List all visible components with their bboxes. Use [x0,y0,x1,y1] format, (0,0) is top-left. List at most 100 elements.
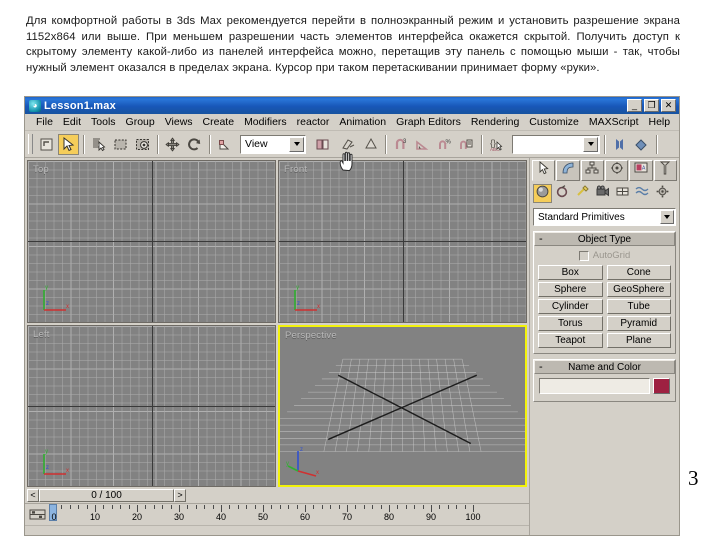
motion-wheel-icon [610,161,624,180]
ruler-label: 100 [465,512,480,522]
viewport-perspective[interactable]: z x y Perspective [278,325,527,488]
geometry-category[interactable] [533,184,552,203]
create-geosphere-button[interactable]: GeoSphere [607,282,672,297]
create-pyramid-button[interactable]: Pyramid [607,316,672,331]
ruler-tick [381,505,382,509]
named-selection-sets-combo[interactable] [512,135,600,154]
rectangular-selection-region-icon[interactable] [110,134,131,155]
next-frame-button[interactable]: > [174,489,186,502]
use-center-icon[interactable] [312,134,333,155]
modify-tab[interactable] [556,160,579,181]
menu-item-tools[interactable]: Tools [86,116,121,128]
close-button[interactable]: ✕ [661,99,676,112]
autogrid-label: AutoGrid [593,250,631,261]
chevron-down-icon[interactable] [289,137,304,152]
subcategory-value: Standard Primitives [538,212,625,223]
svg-text:x: x [317,304,320,310]
ruler-tick [221,505,222,512]
helpers-category[interactable] [613,184,632,203]
align-icon[interactable] [360,134,381,155]
create-cylinder-button[interactable]: Cylinder [538,299,603,314]
ruler-tick [255,505,256,509]
time-slider-track[interactable] [186,489,527,502]
create-teapot-button[interactable]: Teapot [538,333,603,348]
select-object-arrow-icon[interactable] [58,134,79,155]
menu-item-rendering[interactable]: Rendering [466,116,524,128]
collapse-icon[interactable]: - [539,361,543,373]
create-cone-button[interactable]: Cone [607,265,672,280]
shapes-category[interactable] [553,184,572,203]
menu-item-customize[interactable]: Customize [524,116,584,128]
snaps-toggle-icon[interactable]: 3 [390,134,411,155]
viewport-front[interactable]: y x z Front [278,160,527,323]
hierarchy-tab[interactable] [581,160,604,181]
modify-bend-icon [561,161,575,180]
create-tab[interactable] [532,160,555,181]
spinner-snap-icon[interactable] [456,134,477,155]
menu-item-maxscript[interactable]: MAXScript [584,116,644,128]
prev-frame-button[interactable]: < [27,489,39,502]
subcategory-combo[interactable]: Standard Primitives [533,208,676,226]
systems-category[interactable] [653,184,672,203]
menu-item-help[interactable]: Help [644,116,676,128]
select-and-move-icon[interactable] [162,134,183,155]
create-tube-button[interactable]: Tube [607,299,672,314]
create-plane-button[interactable]: Plane [607,333,672,348]
spacewarps-category[interactable] [633,184,652,203]
menu-item-graph-editors[interactable]: Graph Editors [391,116,466,128]
minimize-button[interactable]: _ [627,99,642,112]
ruler-tick [238,505,239,509]
collapse-icon[interactable]: - [539,233,543,245]
create-sphere-button[interactable]: Sphere [538,282,603,297]
motion-tab[interactable] [605,160,628,181]
display-tab[interactable]: A [629,160,652,181]
menu-item-modifiers[interactable]: Modifiers [239,116,292,128]
create-box-button[interactable]: Box [538,265,603,280]
frame-readout[interactable]: 0 / 100 [39,489,174,502]
select-and-scale-icon[interactable] [214,134,235,155]
menu-item-create[interactable]: Create [198,116,240,128]
cameras-category[interactable] [593,184,612,203]
open-track-view-icon[interactable] [27,505,47,523]
layer-manager-icon[interactable] [609,134,630,155]
utilities-hammer-icon [658,161,672,180]
menu-item-views[interactable]: Views [160,116,198,128]
select-by-name-icon[interactable] [88,134,109,155]
utilities-tab[interactable] [654,160,677,181]
hand-grab-cursor [338,150,356,172]
viewport-top[interactable]: y x z Top [27,160,276,323]
select-and-move-region-icon[interactable] [132,134,153,155]
name-and-color-body [534,374,675,401]
ruler-tick [179,505,180,512]
select-and-rotate-icon[interactable] [184,134,205,155]
angle-snap-icon[interactable] [412,134,433,155]
reference-coordinate-system-combo[interactable]: View [240,135,306,154]
toolbar-grip[interactable] [28,134,33,154]
menu-item-animation[interactable]: Animation [334,116,391,128]
name-and-color-header[interactable]: - Name and Color [534,360,675,374]
viewport-left[interactable]: y x z Left [27,325,276,488]
ruler-tick [297,505,298,509]
object-type-header[interactable]: - Object Type [534,232,675,246]
curve-editor-icon[interactable] [631,134,652,155]
autogrid-checkbox[interactable] [579,251,589,261]
object-color-swatch[interactable] [653,378,670,394]
object-name-input[interactable] [539,378,650,394]
menu-item-reactor[interactable]: reactor [292,116,335,128]
named-selection-sets-icon[interactable]: {}ABC [486,134,507,155]
restore-button[interactable]: ❐ [644,99,659,112]
lights-category[interactable] [573,184,592,203]
create-torus-button[interactable]: Torus [538,316,603,331]
ruler-tick [414,505,415,509]
menu-item-file[interactable]: File [31,116,58,128]
menu-item-group[interactable]: Group [121,116,160,128]
menu-item-edit[interactable]: Edit [58,116,86,128]
percent-snap-icon[interactable]: % [434,134,455,155]
ruler-tick [347,505,348,512]
toolbar-separator [157,135,158,154]
spacewarp-icon [635,184,650,204]
chevron-down-icon[interactable] [583,137,598,152]
undo-icon[interactable] [36,134,57,155]
chevron-down-icon[interactable] [660,210,674,224]
frame-ruler[interactable]: 1020304050607080901000 [47,504,529,526]
